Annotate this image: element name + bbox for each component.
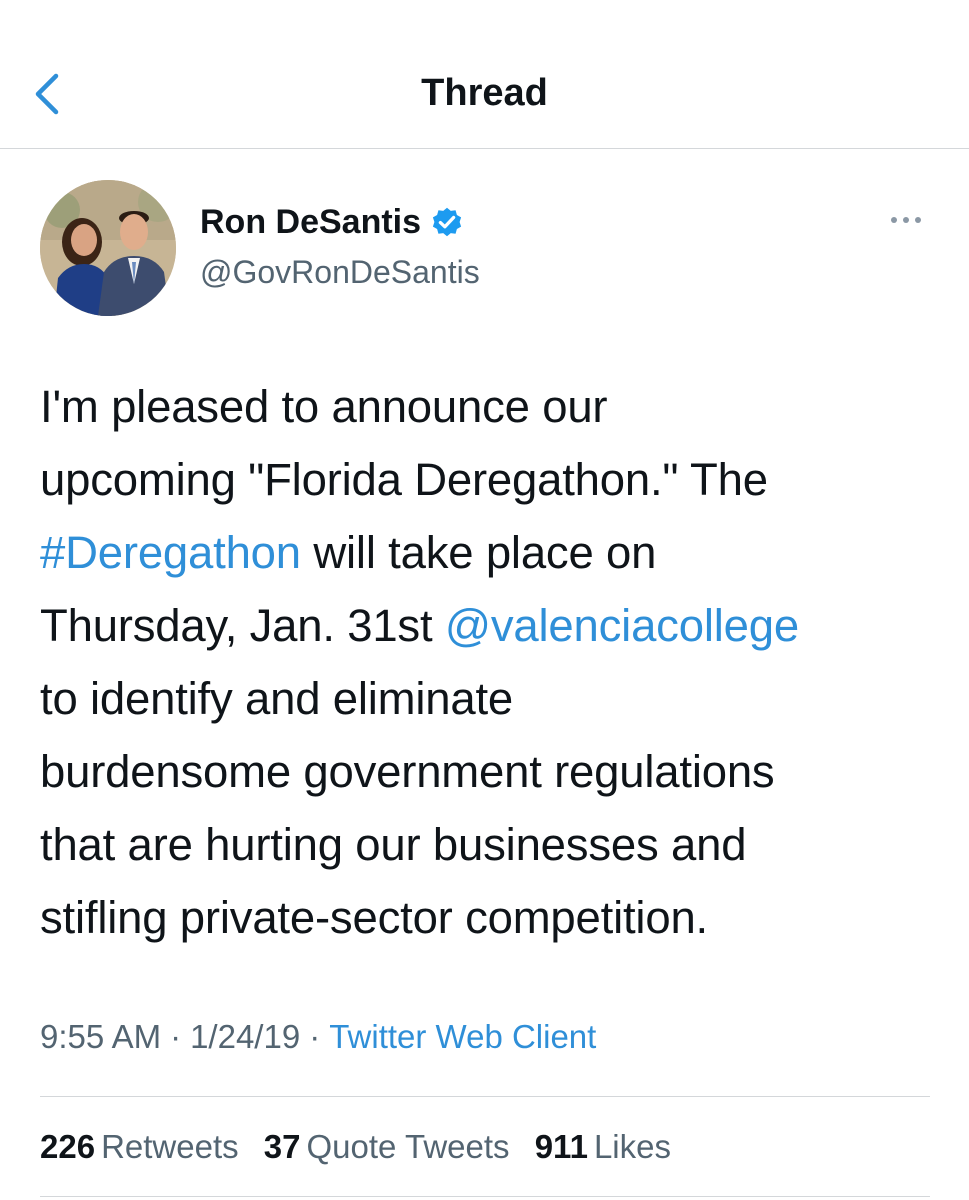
likes-count: 911 [534, 1128, 588, 1165]
tweet-text-segment: upcoming "Florida Deregathon." The [40, 454, 768, 505]
tweet-line: upcoming "Florida Deregathon." The [40, 443, 940, 516]
tweet-line: to identify and eliminate [40, 662, 940, 735]
divider [40, 1096, 930, 1097]
tweet-line: I'm pleased to announce our [40, 370, 940, 443]
display-name-row: Ron DeSantis [200, 198, 480, 246]
quote-tweets-count: 37 [263, 1128, 301, 1165]
tweet-text-segment: burdensome government regulations [40, 746, 775, 797]
tweet-text-segment: will take place on [300, 527, 657, 578]
likes-stat[interactable]: 911 Likes [535, 1124, 671, 1170]
tweet-line: #Deregathon will take place on [40, 516, 940, 589]
meta-separator: · [170, 1018, 182, 1055]
retweets-count: 226 [40, 1128, 96, 1165]
quote-tweets-label: Quote Tweets [306, 1128, 510, 1165]
tweet-text-segment: stifling private-sector competition. [40, 892, 708, 943]
tweet-client-link[interactable]: Twitter Web Client [329, 1018, 596, 1055]
top-bar: Thread [0, 0, 969, 149]
tweet-line: stifling private-sector competition. [40, 881, 940, 954]
tweet-date[interactable]: 1/24/19 [190, 1018, 300, 1055]
page-title: Thread [421, 72, 548, 114]
likes-label: Likes [593, 1128, 671, 1165]
tweet-text-segment: to identify and eliminate [40, 673, 514, 724]
retweets-stat[interactable]: 226 Retweets [40, 1124, 239, 1170]
verified-badge-icon [432, 207, 462, 237]
more-options-button[interactable] [888, 210, 924, 230]
retweets-label: Retweets [101, 1128, 239, 1165]
tweet-stats: 226 Retweets 37 Quote Tweets 911 Likes [40, 1124, 687, 1170]
tweet-line: burdensome government regulations [40, 735, 940, 808]
tweet-author: Ron DeSantis @GovRonDeSantis [40, 180, 930, 320]
meta-separator: · [309, 1018, 321, 1055]
author-names: Ron DeSantis @GovRonDeSantis [200, 198, 480, 296]
display-name[interactable]: Ron DeSantis [200, 200, 421, 244]
divider [40, 1196, 930, 1197]
tweet-meta: 9:55 AM · 1/24/19 · Twitter Web Client [40, 1014, 596, 1060]
mention-link[interactable]: @valenciacollege [445, 600, 799, 651]
tweet-text-segment: Thursday, Jan. 31st [40, 600, 445, 651]
tweet-text-segment: I'm pleased to announce our [40, 381, 608, 432]
tweet-line: that are hurting our businesses and [40, 808, 940, 881]
quote-tweets-stat[interactable]: 37 Quote Tweets [264, 1124, 510, 1170]
tweet-line: Thursday, Jan. 31st @valenciacollege [40, 589, 940, 662]
tweet-time[interactable]: 9:55 AM [40, 1018, 161, 1055]
tweet-text-segment: that are hurting our businesses and [40, 819, 747, 870]
user-handle[interactable]: @GovRonDeSantis [200, 248, 480, 296]
avatar-photo [40, 180, 176, 316]
tweet-thread-screen: Thread Ron DeSantis @GovRonDeSantis I'm … [0, 0, 969, 1200]
tweet-text: I'm pleased to announce our upcoming "Fl… [40, 370, 940, 954]
more-horizontal-icon [891, 217, 921, 223]
hashtag-link[interactable]: #Deregathon [40, 527, 301, 578]
avatar[interactable] [40, 180, 176, 316]
